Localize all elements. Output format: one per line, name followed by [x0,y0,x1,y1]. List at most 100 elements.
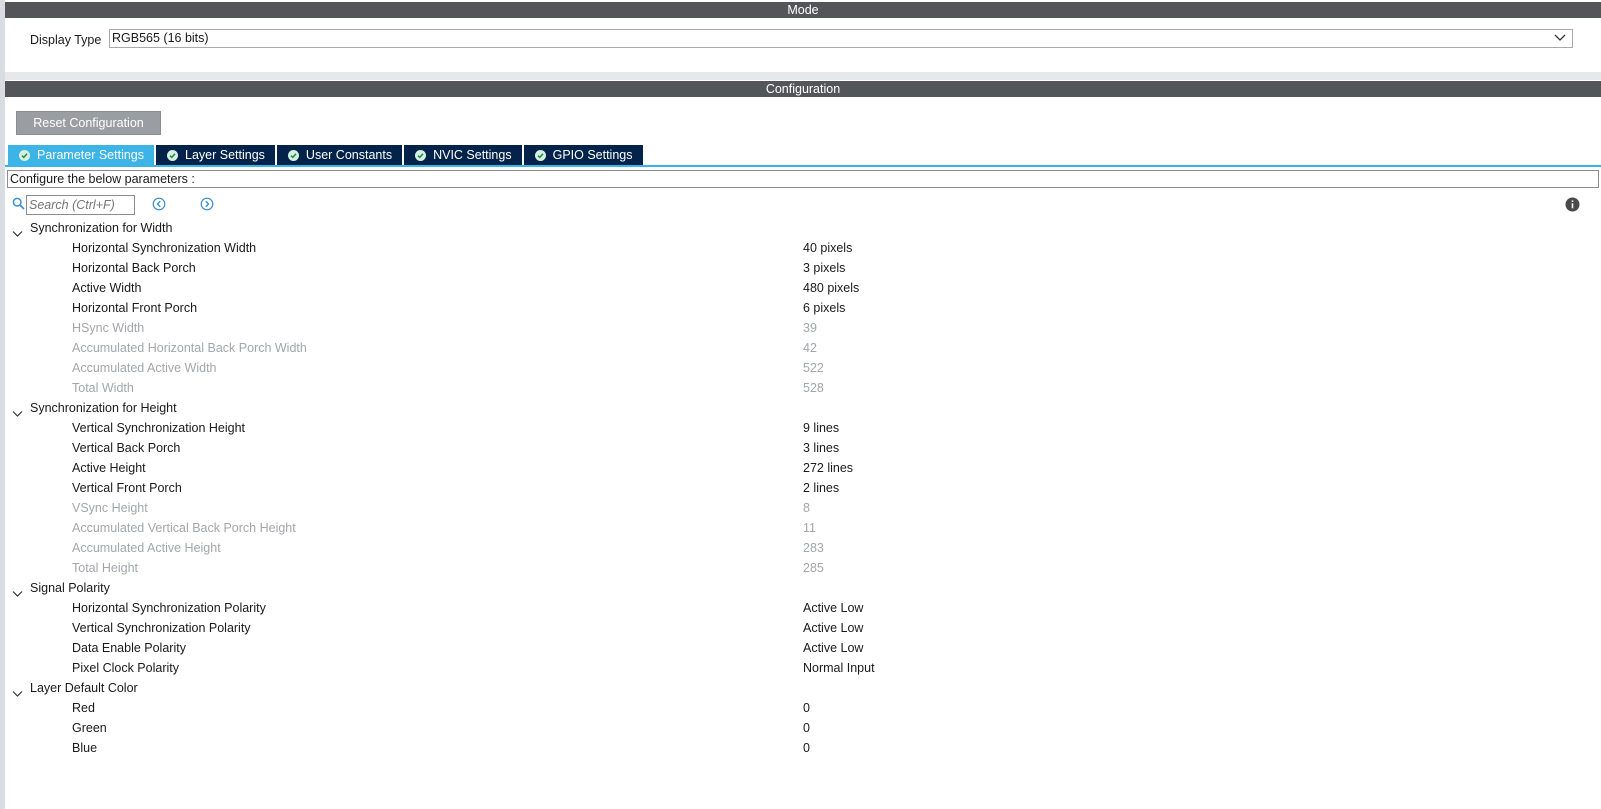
parameter-label: Blue [72,741,98,755]
parameter-label: Horizontal Synchronization Polarity [72,601,266,615]
tree-group[interactable]: Signal Polarity [0,578,1601,598]
parameter-label: Red [72,701,95,715]
tree-group[interactable]: Layer Default Color [0,678,1601,698]
check-circle-icon [287,149,299,161]
parameter-row: Total Height 285 [0,558,1601,578]
parameter-value: 42 [803,341,817,355]
parameter-label: Vertical Synchronization Polarity [72,621,251,635]
parameter-tree: Synchronization for Width Horizontal Sync… [0,218,1601,758]
parameter-row[interactable]: Vertical Synchronization Polarity Active … [0,618,1601,638]
tab-label: GPIO Settings [552,148,633,162]
parameter-row[interactable]: Horizontal Back Porch 3 pixels [0,258,1601,278]
parameter-label: Accumulated Horizontal Back Porch Width [72,341,307,355]
next-result-icon[interactable] [200,197,214,214]
configuration-tabs: Parameter Settings Layer Settings User C… [8,145,645,165]
parameter-value[interactable]: 0 [803,738,810,758]
parameter-label: Vertical Back Porch [72,441,181,455]
tab-parameter-settings[interactable]: Parameter Settings [8,145,154,165]
parameter-label: Vertical Synchronization Height [72,421,246,435]
parameter-row[interactable]: Data Enable Polarity Active Low [0,638,1601,658]
display-type-select[interactable]: RGB565 (16 bits) [109,29,1573,48]
parameter-row[interactable]: Blue 0 [0,738,1601,758]
parameter-value: 283 [803,541,824,555]
parameter-value[interactable]: 480 pixels [803,278,859,298]
tab-label: Layer Settings [185,148,265,162]
parameter-label: Horizontal Synchronization Width [72,241,257,255]
parameter-value: 522 [803,361,824,375]
check-circle-icon [167,149,178,161]
parameter-label: VSync Height [72,501,148,515]
parameter-value[interactable]: 272 lines [803,458,853,478]
parameter-row[interactable]: Vertical Back Porch 3 lines [0,438,1601,458]
parameter-row: Accumulated Vertical Back Porch Height 11 [0,518,1601,538]
group-label: Synchronization for Height [30,401,177,415]
parameter-row[interactable]: Pixel Clock Polarity Normal Input [0,658,1601,678]
parameter-value[interactable]: 0 [803,718,810,738]
configure-description: Configure the below parameters : [7,170,1599,188]
parameter-value[interactable]: 3 pixels [803,258,845,278]
parameter-label: Pixel Clock Polarity [72,661,179,675]
parameter-label: Accumulated Active Width [72,361,217,375]
parameter-row[interactable]: Active Height 272 lines [0,458,1601,478]
parameter-value: 39 [803,321,817,335]
previous-result-icon[interactable] [152,197,166,214]
tab-layer-settings[interactable]: Layer Settings [156,145,275,165]
search-input[interactable] [26,195,135,215]
parameter-label: Horizontal Back Porch [72,261,196,275]
parameter-value[interactable]: Normal Input [803,658,875,678]
parameter-value[interactable]: 6 pixels [803,298,845,318]
group-label: Signal Polarity [30,581,110,595]
parameter-label: Total Height [72,561,139,575]
mode-header: Mode [5,2,1601,18]
parameter-row: Accumulated Active Width 522 [0,358,1601,378]
reset-configuration-button[interactable]: Reset Configuration [16,111,161,135]
tab-label: User Constants [305,148,393,162]
parameter-row: HSync Width 39 [0,318,1601,338]
parameter-value[interactable]: Active Low [803,618,863,638]
check-circle-icon [415,149,427,161]
parameter-row[interactable]: Vertical Front Porch 2 lines [0,478,1601,498]
parameter-value[interactable]: 3 lines [803,438,839,458]
parameter-label: Vertical Front Porch [72,481,182,495]
parameter-label: Accumulated Active Height [72,541,221,555]
parameter-value: 11 [803,521,816,535]
parameter-value[interactable]: 40 pixels [803,238,852,258]
display-type-label: Display Type [30,33,102,47]
tab-underline [5,165,1601,167]
tab-label: NVIC Settings [433,148,512,162]
tab-gpio-settings[interactable]: GPIO Settings [523,145,643,165]
parameter-row[interactable]: Vertical Synchronization Height 9 lines [0,418,1601,438]
parameter-value: 285 [803,561,824,575]
tree-group[interactable]: Synchronization for Height [0,398,1601,418]
tab-user-constants[interactable]: User Constants [276,145,403,165]
parameter-label: Horizontal Front Porch [72,301,198,315]
parameter-row[interactable]: Green 0 [0,718,1601,738]
section-separator [5,72,1601,80]
parameter-value[interactable]: 9 lines [803,418,839,438]
parameter-label: Green [72,721,107,735]
check-circle-icon [534,149,546,161]
parameter-row[interactable]: Horizontal Front Porch 6 pixels [0,298,1601,318]
parameter-label: Total Width [72,381,134,395]
parameter-label: Accumulated Vertical Back Porch Height [72,521,296,535]
parameter-row: Accumulated Horizontal Back Porch Width 4… [0,338,1601,358]
group-label: Synchronization for Width [30,221,173,235]
parameter-value[interactable]: Active Low [803,598,863,618]
chevron-down-icon [1554,31,1566,50]
parameter-value[interactable]: 0 [803,698,810,718]
parameter-row[interactable]: Active Width 480 pixels [0,278,1601,298]
parameter-row[interactable]: Horizontal Synchronization Width 40 pixel… [0,238,1601,258]
group-label: Layer Default Color [30,681,138,695]
parameter-label: Active Width [72,281,142,295]
info-icon[interactable] [1565,197,1580,215]
parameter-value[interactable]: Active Low [803,638,863,658]
parameter-value[interactable]: 2 lines [803,478,839,498]
parameter-row: Accumulated Active Height 283 [0,538,1601,558]
display-type-value: RGB565 (16 bits) [112,31,209,45]
tab-nvic-settings[interactable]: NVIC Settings [404,145,522,165]
tree-group[interactable]: Synchronization for Width [0,218,1601,238]
configuration-header: Configuration [5,81,1601,97]
parameter-label: Active Height [72,461,146,475]
parameter-row[interactable]: Horizontal Synchronization Polarity Activ… [0,598,1601,618]
parameter-row[interactable]: Red 0 [0,698,1601,718]
